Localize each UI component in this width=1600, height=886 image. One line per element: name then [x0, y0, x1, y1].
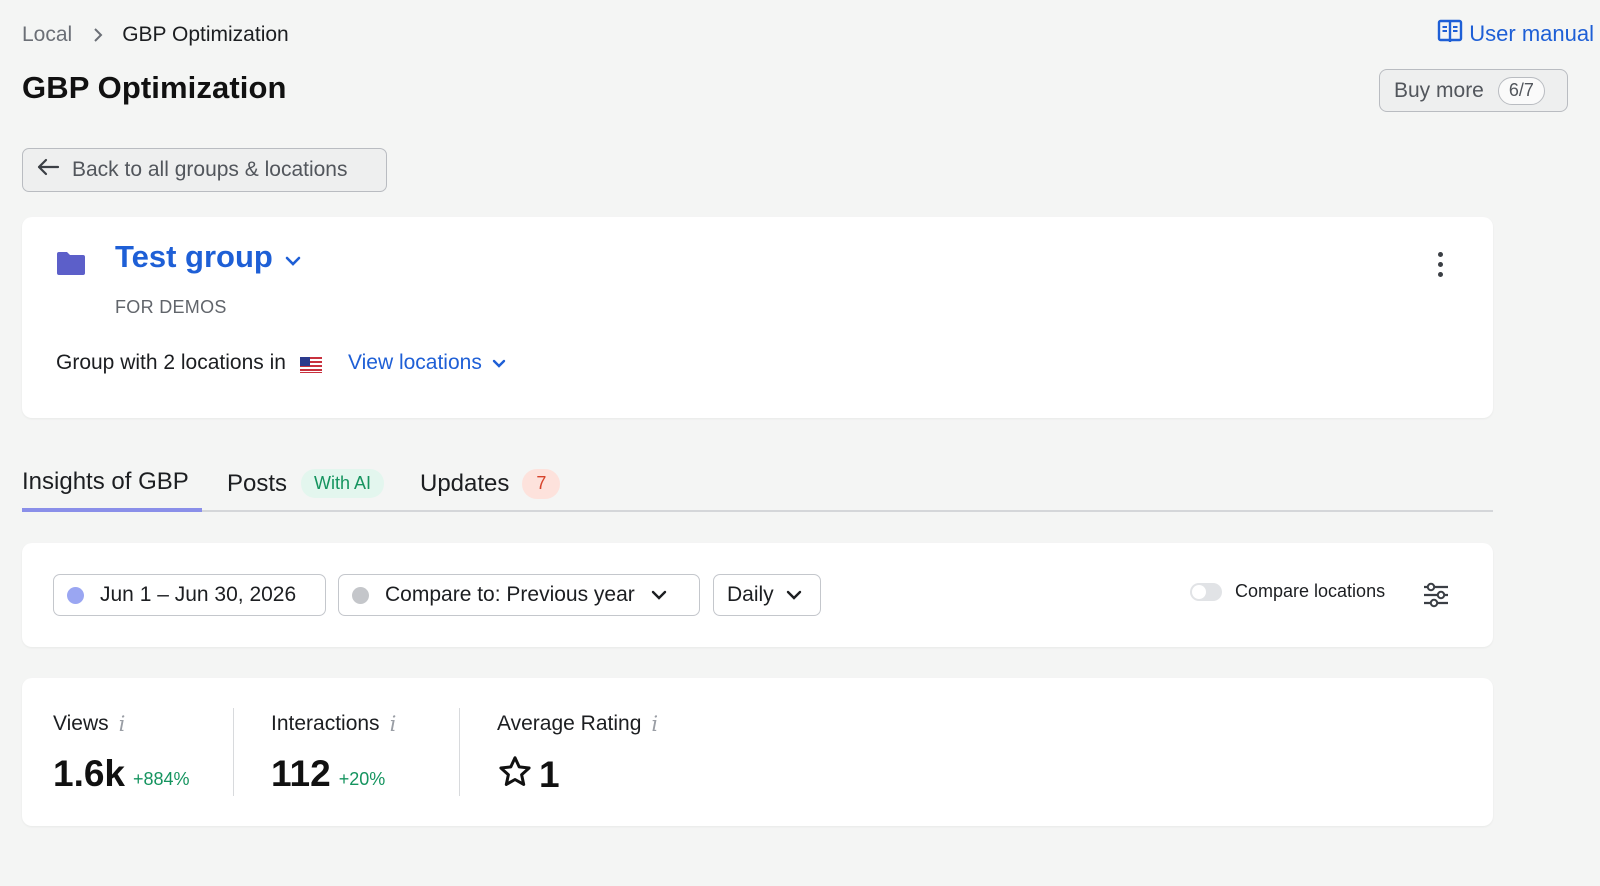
metric-interactions-delta: +20% [338, 769, 386, 789]
compare-locations-label: Compare locations [1235, 581, 1386, 601]
group-selector[interactable]: Test group [115, 239, 301, 275]
tab-insights[interactable]: Insights of GBP [22, 455, 202, 512]
metric-rating-value: 1 [539, 754, 560, 795]
breadcrumb-link-local[interactable]: Local [22, 23, 72, 47]
buy-more-label: Buy more [1394, 78, 1484, 102]
user-manual-link[interactable]: User manual [1437, 18, 1594, 50]
tab-bar: Insights of GBP Posts With AI Updates 7 [22, 455, 1493, 512]
chevron-down-icon [285, 239, 301, 275]
metric-interactions-label: Interactions [271, 712, 380, 735]
view-locations-link[interactable]: View locations [348, 351, 506, 375]
metric-views-delta: +884% [133, 769, 190, 789]
star-icon [497, 754, 533, 795]
quota-badge: 6/7 [1497, 76, 1545, 105]
tab-posts[interactable]: Posts With AI [227, 455, 385, 512]
chevron-down-icon [492, 351, 506, 375]
metric-divider [459, 708, 460, 796]
tab-updates-label: Updates [420, 469, 510, 497]
granularity-value: Daily [727, 583, 774, 606]
folder-icon [56, 250, 86, 281]
date-range-value: Jun 1 – Jun 30, 2026 [100, 583, 297, 606]
compare-dot [352, 586, 369, 604]
date-range-picker[interactable]: Jun 1 – Jun 30, 2026 [53, 574, 326, 616]
group-description-text: Group with 2 locations in [56, 351, 286, 374]
tab-insights-label: Insights of GBP [22, 467, 189, 495]
breadcrumb: Local GBP Optimization [22, 20, 289, 50]
group-name: Test group [115, 239, 273, 274]
metric-rating-label: Average Rating [497, 712, 642, 735]
metrics-card: Views i 1.6k +884% Interactions i 112 +2… [22, 678, 1493, 826]
arrow-left-icon [36, 157, 60, 183]
filter-bar: Jun 1 – Jun 30, 2026 Compare to: Previou… [22, 543, 1493, 647]
group-subtitle: FOR DEMOS [115, 297, 227, 317]
metric-rating: Average Rating i 1 [497, 710, 658, 795]
compare-period-value: Compare to: Previous year [385, 583, 635, 606]
metric-views-value: 1.6k [53, 753, 126, 794]
chevron-down-icon [651, 583, 667, 607]
back-button-label: Back to all groups & locations [72, 158, 348, 181]
group-description: Group with 2 locations in View locations [56, 351, 506, 375]
compare-period-select[interactable]: Compare to: Previous year [338, 574, 700, 616]
sliders-icon[interactable] [1422, 581, 1450, 609]
metric-divider [233, 708, 234, 796]
info-icon[interactable]: i [390, 712, 397, 736]
group-card: Test group FOR DEMOS Group with 2 locati… [22, 217, 1493, 418]
updates-count-badge: 7 [522, 468, 561, 499]
chevron-down-icon [786, 583, 802, 607]
tab-updates[interactable]: Updates 7 [420, 455, 561, 512]
metric-views: Views i 1.6k +884% [53, 710, 190, 794]
info-icon[interactable]: i [651, 712, 658, 736]
granularity-select[interactable]: Daily [713, 574, 821, 616]
breadcrumb-current: GBP Optimization [122, 23, 289, 46]
view-locations-label: View locations [347, 351, 482, 374]
metric-views-label: Views [53, 712, 109, 735]
book-icon [1437, 18, 1463, 50]
info-icon[interactable]: i [119, 712, 126, 736]
date-dot [67, 586, 84, 604]
user-manual-label: User manual [1469, 21, 1594, 46]
with-ai-badge: With AI [301, 469, 385, 498]
page-title: GBP Optimization [22, 70, 287, 105]
buy-more-button[interactable]: Buy more 6/7 [1379, 69, 1568, 112]
metric-interactions-value: 112 [271, 753, 331, 794]
compare-locations-toggle[interactable] [1190, 582, 1222, 601]
chevron-right-icon [92, 27, 104, 43]
us-flag-icon [299, 355, 322, 373]
compare-locations-control: Compare locations [1190, 581, 1385, 602]
back-to-groups-button[interactable]: Back to all groups & locations [22, 148, 387, 192]
metric-interactions: Interactions i 112 +20% [271, 710, 396, 794]
tab-posts-label: Posts [227, 469, 288, 497]
kebab-icon[interactable] [1426, 247, 1454, 281]
